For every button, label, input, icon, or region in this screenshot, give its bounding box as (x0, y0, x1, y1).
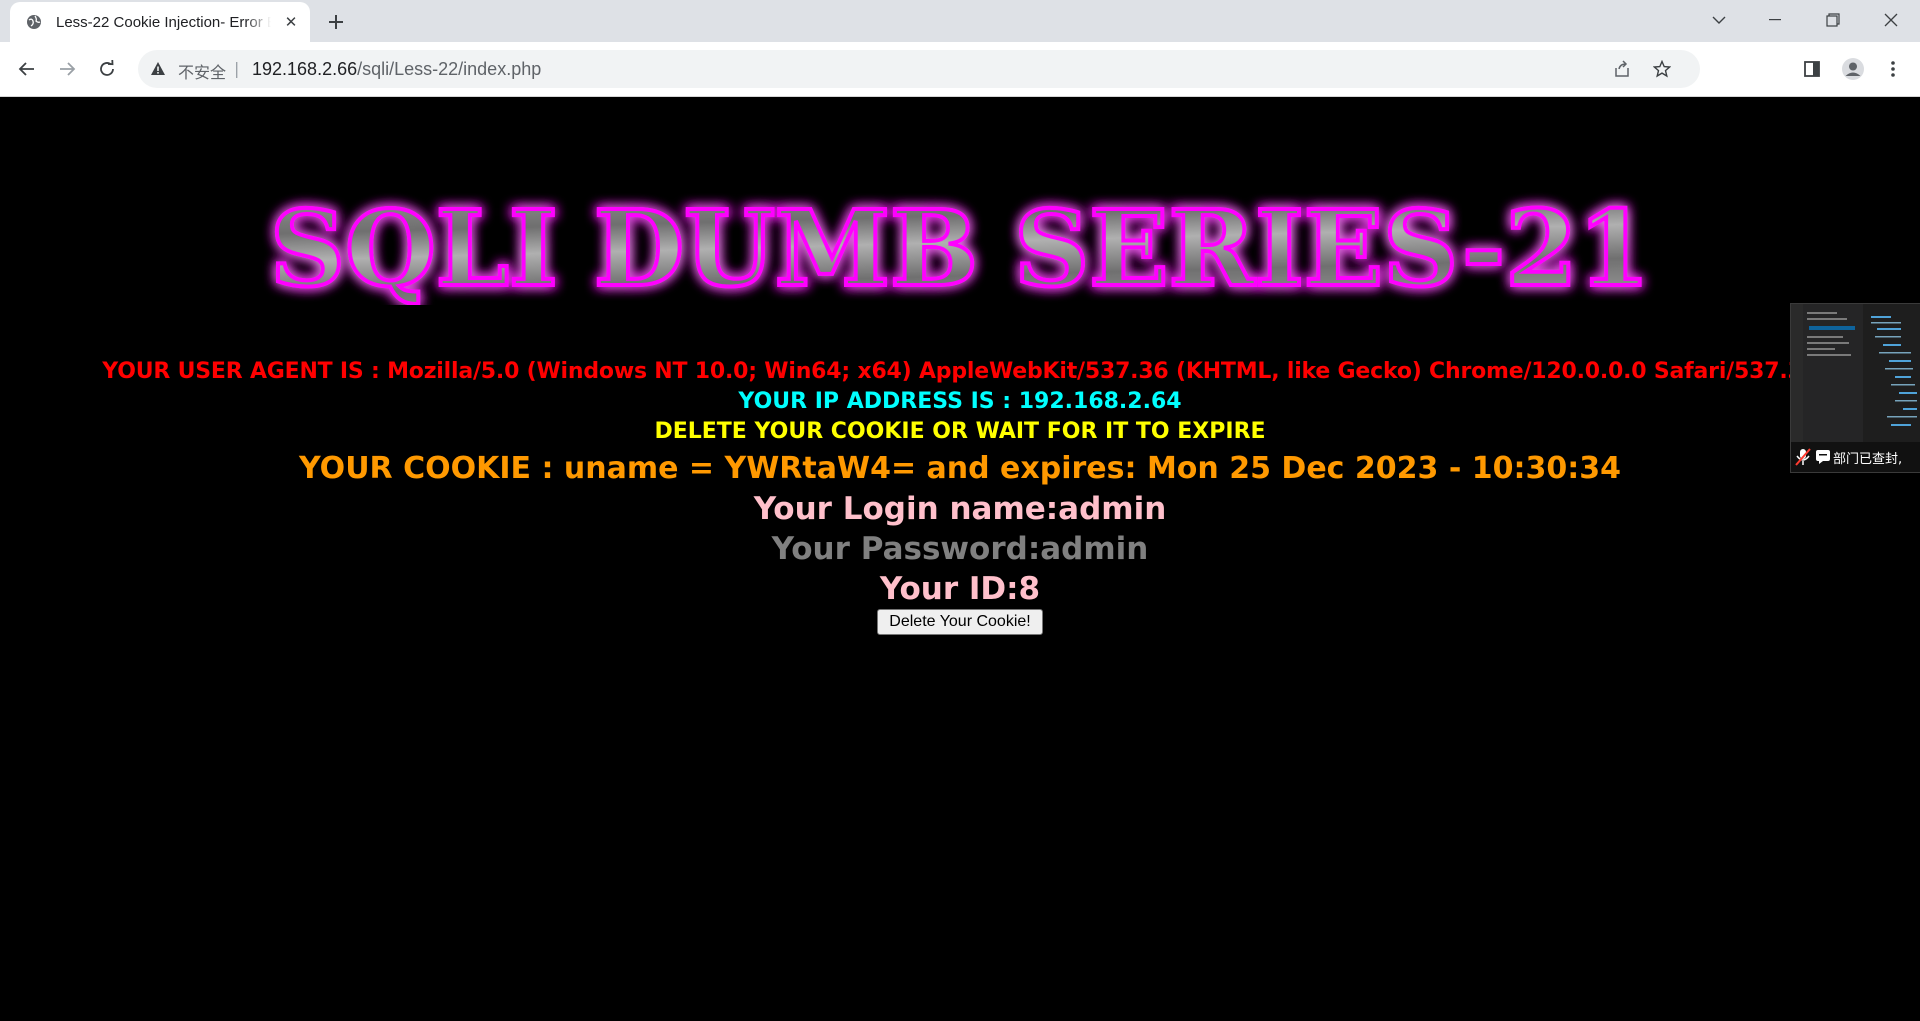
thumbnail-caption: 部门已查封, (1833, 451, 1903, 467)
browser-tab[interactable]: Less-22 Cookie Injection- Error Based- D… (10, 2, 310, 42)
user-id-line: Your ID:8 (879, 571, 1041, 607)
plus-icon[interactable] (322, 8, 350, 36)
tab-strip: Less-22 Cookie Injection- Error Based- D… (0, 0, 1920, 42)
cookie-line: YOUR COOKIE : uname = YWRtaW4= and expir… (299, 451, 1621, 486)
star-icon[interactable] (1652, 59, 1672, 79)
url-text[interactable]: 192.168.2.66/sqli/Less-22/index.php (252, 59, 541, 80)
series-banner: SQLI DUMB SERIES-21 (250, 185, 1670, 312)
restore-icon[interactable] (1810, 0, 1856, 40)
thumbnail-caption-bar: 部门已查封, (1791, 442, 1920, 472)
chat-icon[interactable] (1815, 449, 1831, 465)
mic-off-icon[interactable] (1795, 448, 1811, 466)
user-agent-line: YOUR USER AGENT IS : Mozilla/5.0 (Window… (102, 359, 1818, 384)
chevron-down-icon[interactable] (1696, 0, 1742, 40)
side-panel-icon[interactable] (1800, 57, 1824, 81)
page-body: SQLI DUMB SERIES-21 YOUR USER AGENT IS :… (0, 97, 1920, 1021)
url-separator: | (234, 59, 240, 78)
delete-cookie-notice: DELETE YOUR COOKIE OR WAIT FOR IT TO EXP… (654, 419, 1266, 444)
forward-arrow-icon[interactable] (52, 54, 82, 84)
tab-title: Less-22 Cookie Injection- Error Based- D… (56, 13, 271, 31)
close-icon[interactable]: ✕ (282, 13, 300, 31)
window-close-icon[interactable] (1868, 0, 1914, 40)
reload-icon[interactable] (92, 54, 122, 84)
minimize-icon[interactable] (1752, 0, 1798, 40)
thumbnail-preview (1791, 304, 1920, 442)
warning-icon[interactable] (150, 61, 166, 77)
password-line: Your Password:admin (771, 531, 1149, 567)
share-icon[interactable] (1612, 59, 1632, 79)
url-host: 192.168.2.66 (252, 59, 358, 79)
url-path: /sqli/Less-22/index.php (357, 59, 542, 79)
delete-cookie-button[interactable]: Delete Your Cookie! (877, 609, 1043, 635)
login-name-line: Your Login name:admin (753, 491, 1167, 527)
insecure-label[interactable]: 不安全 (178, 59, 226, 83)
globe-icon (26, 14, 42, 30)
browser-toolbar: 不安全 | 192.168.2.66/sqli/Less-22/index.ph… (0, 42, 1920, 97)
address-bar[interactable]: 不安全 | 192.168.2.66/sqli/Less-22/index.ph… (138, 50, 1700, 88)
kebab-menu-icon[interactable] (1881, 57, 1905, 81)
ip-address-line: YOUR IP ADDRESS IS : 192.168.2.64 (738, 389, 1182, 414)
floating-thumbnail[interactable]: 部门已查封, (1790, 303, 1920, 473)
back-arrow-icon[interactable] (12, 54, 42, 84)
profile-icon[interactable] (1841, 57, 1865, 81)
banner-text: SQLI DUMB SERIES-21 (270, 187, 1650, 305)
